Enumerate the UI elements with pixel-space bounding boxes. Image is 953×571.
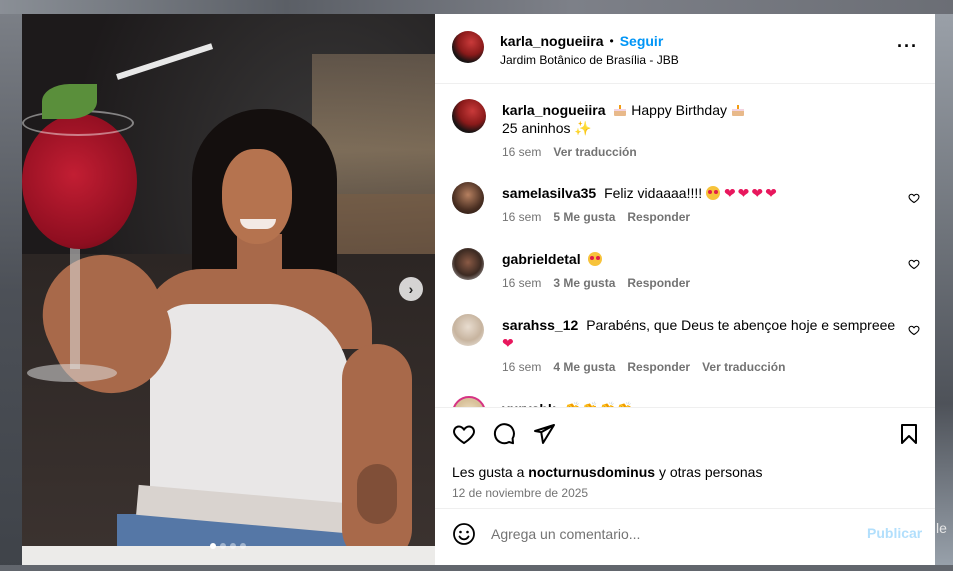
photo-tattoo [357,464,397,524]
likes-suffix[interactable]: y otras personas [659,464,763,480]
heart-eyes-emoji-icon [706,186,721,200]
comment-text: sarahss_12 Parabéns, que Deus te abençoe… [502,316,902,352]
comment-text: samelasilva35 Feliz vidaaaa!!!! ❤❤❤❤ [502,184,779,202]
comment-likes[interactable]: 3 Me gusta [553,276,615,290]
comment-text: gabrieldetal [502,250,603,268]
comment-meta: 16 sem 5 Me gusta Responder [502,210,690,224]
post-photo[interactable]: › [22,14,435,565]
photo-mint-leaves [42,84,97,119]
avatar[interactable] [452,248,484,280]
save-bookmark-icon[interactable] [897,422,921,446]
caption-time[interactable]: 16 sem [502,145,541,159]
avatar[interactable] [452,182,484,214]
caption-meta: 16 sem Ver traducción [502,145,637,159]
comment-username[interactable]: samelasilva35 [502,185,596,201]
carousel-dot [230,543,236,549]
reply-button[interactable]: Responder [627,360,690,374]
caption-text: karla_nogueiira Happy Birthday 25 aninho… [502,101,745,137]
heart-eyes-emoji-icon [588,252,603,266]
separator-dot: • [609,34,614,48]
publish-button[interactable]: Publicar [867,525,922,541]
post-actions-area: Les gusta a nocturnusdominus y otras per… [435,408,935,509]
clap-emoji-icon: 👏👏👏👏 [564,401,634,407]
like-comment-heart-icon[interactable] [908,192,920,204]
post-modal: › karla_nogueiira • Seguir Jardim Botâni… [22,14,935,565]
caption-line1: Happy Birthday [631,102,727,118]
translate-button[interactable]: Ver traducción [702,360,785,374]
likes-user[interactable]: nocturnusdominus [528,464,655,480]
avatar[interactable] [452,99,486,133]
likes-prefix: Les gusta a [452,464,525,480]
comment-likes[interactable]: 4 Me gusta [553,360,615,374]
photo-glass-base [27,364,117,382]
avatar[interactable] [452,31,484,63]
carousel-dot [240,543,246,549]
photo-white-top [150,304,350,504]
comments-list[interactable]: karla_nogueiira Happy Birthday 25 aninho… [435,84,935,408]
avatar[interactable] [452,314,484,346]
share-paper-plane-icon[interactable] [532,422,556,446]
next-slide-button[interactable]: › [399,277,423,301]
like-heart-icon[interactable] [452,422,476,446]
caption-username[interactable]: karla_nogueiira [502,102,606,118]
comment-time[interactable]: 16 sem [502,276,541,290]
photo-smile [240,219,276,229]
post-header: karla_nogueiira • Seguir Jardim Botânico… [435,14,935,84]
comment-bubble-icon[interactable] [492,422,516,446]
author-username[interactable]: karla_nogueiira [500,33,604,49]
comment-meta: 16 sem 3 Me gusta Responder [502,276,690,290]
heart-emoji-icon: ❤ [502,335,516,351]
comment-likes[interactable]: 5 Me gusta [553,210,615,224]
hearts-emoji-icon: ❤❤❤❤ [723,185,779,201]
comment-username[interactable]: sarahss_12 [502,317,578,333]
post-date[interactable]: 12 de noviembre de 2025 [452,486,588,500]
backdrop-top-strip [0,0,953,14]
reply-button[interactable]: Responder [627,210,690,224]
photo-right-arm [342,344,412,564]
comment-username[interactable]: yurysbk [502,401,556,407]
carousel-dot [220,543,226,549]
photo-glass-stem [70,244,80,369]
caption-line2: 25 aninhos [502,120,571,136]
backdrop-right [935,14,953,571]
comment-time[interactable]: 16 sem [502,210,541,224]
translate-button[interactable]: Ver traducción [553,145,636,159]
like-comment-heart-icon[interactable] [908,324,920,336]
comment-username[interactable]: gabrieldetal [502,251,581,267]
emoji-picker-icon[interactable] [452,522,476,546]
backdrop-left [0,14,22,571]
likes-summary: Les gusta a nocturnusdominus y otras per… [452,464,762,480]
comment-composer: Publicar [435,509,935,560]
cake-emoji-icon [731,105,744,116]
reply-button[interactable]: Responder [627,276,690,290]
comment-body: Parabéns, que Deus te abençoe hoje e sem… [586,317,896,333]
follow-button[interactable]: Seguir [620,33,664,49]
like-comment-heart-icon[interactable] [908,258,920,270]
comment-body: Feliz vidaaaa!!!! [604,185,703,201]
photo-straw [116,43,214,80]
backdrop-side-text: le [936,520,947,536]
post-author: karla_nogueiira • Seguir [500,33,663,49]
comment-meta: 16 sem 4 Me gusta Responder Ver traducci… [502,360,785,374]
photo-face [222,149,292,244]
post-location[interactable]: Jardim Botânico de Brasília - JBB [500,53,679,67]
avatar[interactable] [452,396,486,407]
carousel-dots [210,543,246,549]
sparkles-emoji-icon: ✨ [574,120,592,136]
post-details-panel: karla_nogueiira • Seguir Jardim Botânico… [435,14,935,565]
chevron-right-icon: › [408,281,414,297]
comment-input[interactable] [491,522,851,546]
carousel-dot [210,543,216,549]
action-bar [435,408,935,464]
cake-emoji-icon [614,105,627,116]
backdrop-bottom [0,565,953,571]
more-options-icon[interactable]: ··· [897,36,918,57]
comment-text: yurysbk 👏👏👏👏 [502,400,634,407]
comment-time[interactable]: 16 sem [502,360,541,374]
